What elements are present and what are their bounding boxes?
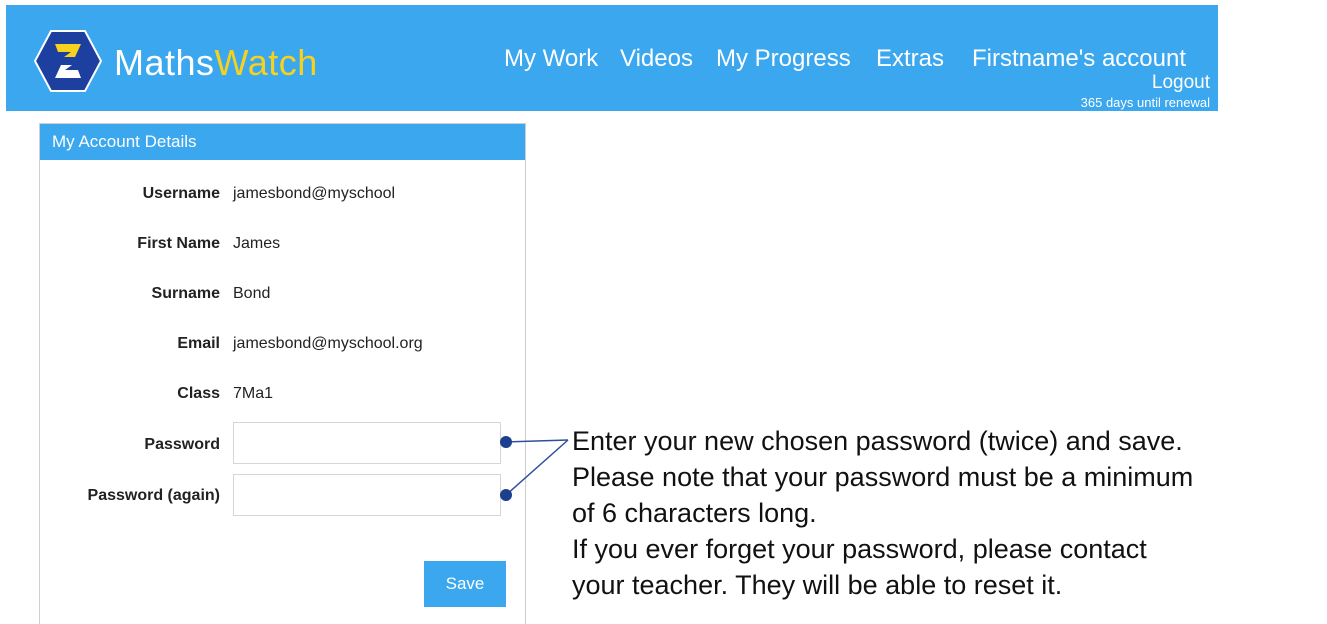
surname-value: Bond: [233, 285, 271, 302]
field-row-email: Email jamesbond@myschool.org: [40, 332, 525, 356]
instruction-line: Enter your new chosen password (twice) a…: [572, 426, 1183, 456]
first-name-value: James: [233, 235, 281, 252]
email-label: Email: [177, 335, 220, 352]
class-value: 7Ma1: [233, 385, 274, 402]
save-button[interactable]: Save: [424, 561, 506, 607]
surname-label: Surname: [151, 285, 220, 302]
class-label: Class: [177, 385, 220, 402]
instruction-line: of 6 characters long.: [572, 498, 817, 528]
field-row-username: Username jamesbond@myschool: [40, 182, 525, 206]
logout-link[interactable]: Logout: [1152, 72, 1210, 94]
password-instructions: Enter your new chosen password (twice) a…: [572, 423, 1322, 603]
password-input[interactable]: [233, 422, 501, 464]
nav-extras[interactable]: Extras: [876, 44, 944, 74]
renewal-status: 365 days until renewal: [1080, 95, 1210, 110]
email-value: jamesbond@myschool.org: [233, 335, 423, 352]
first-name-label: First Name: [137, 235, 220, 252]
mathswatch-logo-icon[interactable]: [34, 29, 102, 93]
field-row-first-name: First Name James: [40, 232, 525, 256]
brand-name[interactable]: MathsWatch: [114, 43, 318, 83]
brand-name-part1: Maths: [114, 42, 215, 83]
password-label: Password: [144, 436, 220, 453]
username-value: jamesbond@myschool: [233, 185, 396, 202]
field-row-class: Class 7Ma1: [40, 382, 525, 406]
nav-account[interactable]: Firstname's account: [972, 44, 1186, 74]
instruction-line: If you ever forget your password, please…: [572, 534, 1147, 564]
nav-videos[interactable]: Videos: [620, 44, 693, 74]
instruction-line: your teacher. They will be able to reset…: [572, 570, 1063, 600]
brand-name-part2: Watch: [214, 42, 318, 83]
password-again-label: Password (again): [87, 487, 220, 504]
password-again-input[interactable]: [233, 474, 501, 516]
username-label: Username: [142, 185, 220, 202]
header-bar: MathsWatch My Work Videos My Progress Ex…: [6, 5, 1218, 111]
instruction-line: Please note that your password must be a…: [572, 462, 1194, 492]
account-details-panel: My Account Details Username jamesbond@my…: [39, 123, 526, 624]
nav-my-progress[interactable]: My Progress: [716, 44, 851, 74]
nav-my-work[interactable]: My Work: [504, 44, 598, 74]
panel-title: My Account Details: [40, 124, 525, 160]
field-row-surname: Surname Bond: [40, 282, 525, 306]
